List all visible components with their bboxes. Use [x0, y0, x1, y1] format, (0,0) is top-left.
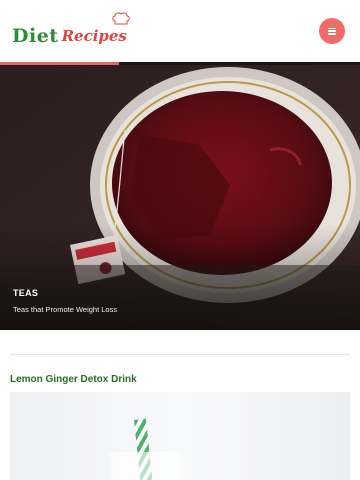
logo-word-recipes: Recipes — [61, 12, 130, 47]
hero-title[interactable]: Teas that Promote Weight Loss — [13, 305, 117, 314]
detox-drink-image — [10, 392, 350, 480]
hero-category[interactable]: TEAS — [13, 288, 38, 298]
post-title[interactable]: Lemon Ginger Detox Drink — [10, 374, 137, 385]
chef-hat-icon — [112, 12, 130, 25]
logo-word-recipes-text: Recipes — [61, 27, 127, 45]
site-header: Diet Recipes — [0, 0, 360, 62]
section-divider — [10, 354, 350, 355]
site-logo[interactable]: Diet Recipes — [12, 12, 130, 47]
hero-slide[interactable] — [0, 65, 360, 330]
post-image[interactable] — [10, 392, 350, 480]
hero-tea-image — [0, 65, 360, 330]
hamburger-menu-icon — [328, 27, 336, 35]
menu-button[interactable] — [319, 18, 345, 44]
logo-word-diet: Diet — [12, 25, 59, 47]
